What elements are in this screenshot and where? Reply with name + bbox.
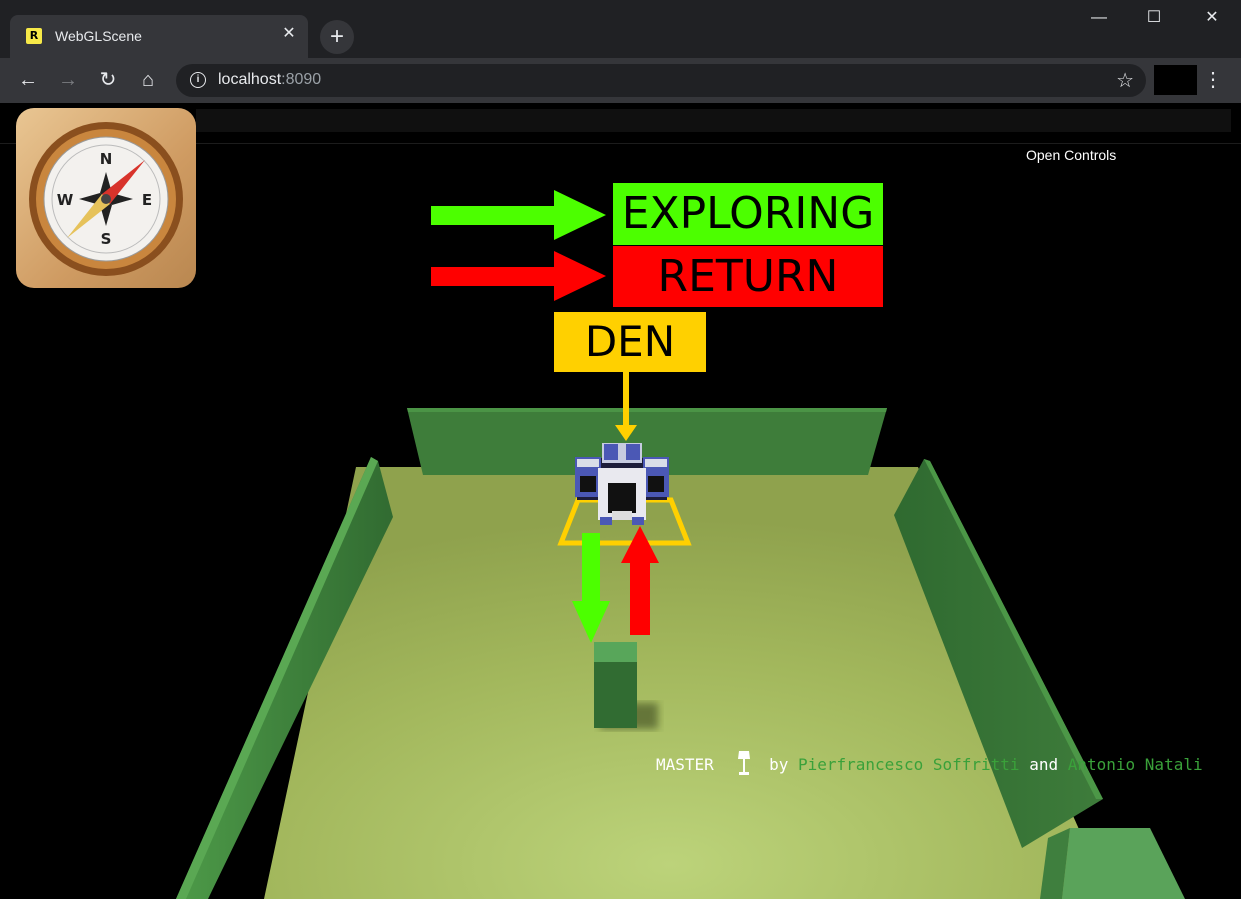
bookmark-star-icon[interactable]: ☆: [1116, 68, 1134, 93]
compass-icon[interactable]: N S E W: [16, 108, 196, 288]
mode-label: MASTER: [656, 755, 714, 774]
forward-arrow-icon[interactable]: →: [54, 66, 82, 94]
compass-letter-south: S: [101, 230, 112, 248]
webgl-page: Open Controls EXPLORING RETURN DEN N S E…: [0, 103, 1241, 899]
home-icon[interactable]: ⌂: [134, 66, 162, 94]
author-link-2[interactable]: Antonio Natali: [1068, 755, 1203, 774]
maximize-button[interactable]: ☐: [1125, 0, 1183, 36]
reload-icon[interactable]: ↻: [94, 66, 122, 94]
author-link-1[interactable]: Pierfrancesco Soffritti: [798, 755, 1020, 774]
compass-letter-west: W: [57, 191, 74, 209]
exploring-legend-arrow: [431, 190, 606, 240]
browser-menu-icon[interactable]: ⋮: [1203, 66, 1223, 94]
return-legend-arrow: [431, 251, 606, 301]
lamp-icon: [738, 751, 751, 775]
site-info-icon[interactable]: i: [190, 72, 206, 88]
new-tab-button[interactable]: +: [320, 20, 354, 54]
tab-title: WebGLScene: [55, 28, 142, 44]
url-text: localhost:8090: [218, 71, 322, 88]
browser-tab-bar: R WebGLScene ✕ + — ☐ ✕: [0, 0, 1241, 58]
den-label: DEN: [554, 312, 706, 372]
browser-tab[interactable]: R WebGLScene ✕: [10, 15, 308, 58]
and-label: and: [1029, 755, 1059, 774]
credits: MASTER by Pierfrancesco Soffritti and An…: [656, 750, 1203, 776]
profile-avatar[interactable]: [1154, 65, 1197, 95]
minimize-button[interactable]: —: [1070, 0, 1128, 36]
exploring-label: EXPLORING: [613, 183, 883, 245]
favicon-icon: R: [26, 28, 42, 44]
back-arrow-icon[interactable]: ←: [14, 66, 42, 94]
compass-letter-east: E: [142, 191, 152, 209]
obstacle-block: [594, 642, 637, 728]
corner-block: [1062, 828, 1185, 899]
compass-letter-north: N: [100, 150, 113, 168]
by-label: by: [769, 755, 789, 774]
browser-toolbar: ← → ↻ ⌂ i localhost:8090 ☆ ⋮: [0, 58, 1241, 103]
return-label: RETURN: [613, 246, 883, 307]
tab-close-icon[interactable]: ✕: [280, 25, 298, 43]
close-window-button[interactable]: ✕: [1183, 0, 1241, 36]
address-bar[interactable]: i localhost:8090 ☆: [176, 64, 1146, 97]
